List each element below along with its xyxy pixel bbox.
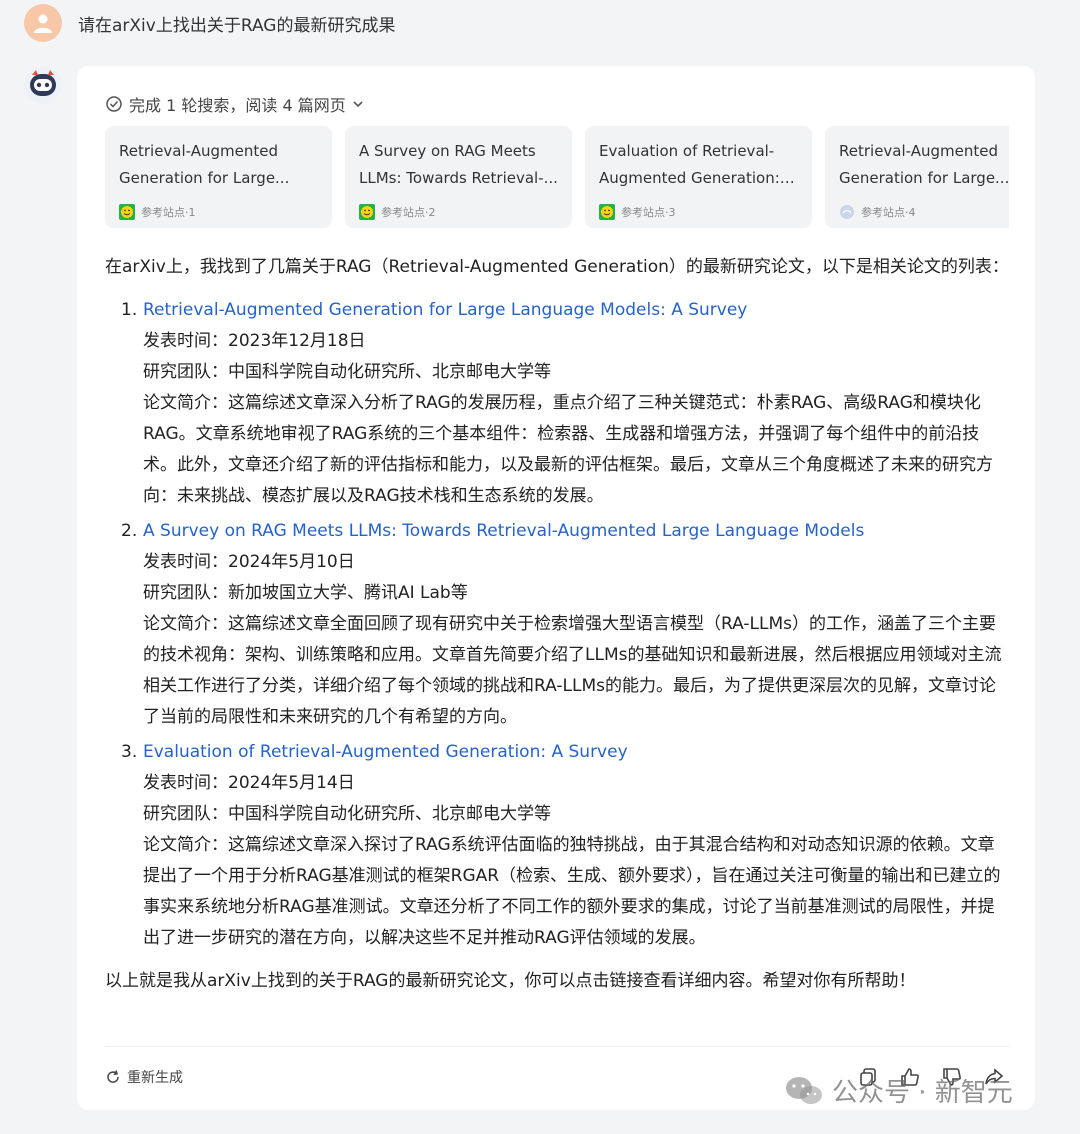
paper-number: 1. (121, 300, 138, 320)
bot-avatar-icon (24, 66, 62, 104)
smiley-favicon-icon (119, 204, 135, 220)
source-title-line1: Retrieval-Augmented (839, 142, 999, 160)
answer-intro: 在arXiv上，我找到了几篇关于RAG（Retrieval-Augmented … (105, 257, 1009, 277)
wechat-logo-icon (786, 1076, 822, 1104)
source-site-label: 参考站点·2 (381, 206, 436, 219)
source-title-line1: A Survey on RAG Meets (359, 142, 536, 160)
paper-team: 研究团队：新加坡国立大学、腾讯AI Lab等 (143, 583, 468, 603)
answer-closing: 以上就是我从arXiv上找到的关于RAG的最新研究论文，你可以点击链接查看详细内… (105, 971, 916, 991)
globe-favicon-icon (840, 205, 854, 219)
paper-title-link[interactable]: Evaluation of Retrieval-Augmented Genera… (143, 737, 1009, 768)
watermark: 公众号 · 新智元 (784, 1072, 1013, 1109)
chevron-down-icon (353, 101, 363, 108)
source-title-line2: Generation for Large... (839, 169, 1009, 187)
source-card-4[interactable]: Retrieval-Augmented Generation for Large… (825, 126, 1009, 228)
source-cards: Retrieval-Augmented Generation for Large… (105, 126, 1009, 228)
paper-title-link[interactable]: Retrieval-Augmented Generation for Large… (143, 295, 1009, 326)
refresh-icon (107, 1070, 119, 1083)
paper-summary: 论文简介：这篇综述文章全面回顾了现有研究中关于检索增强大型语言模型（RA-LLM… (143, 614, 1002, 727)
paper-item-3: 3. Evaluation of Retrieval-Augmented Gen… (105, 737, 1009, 954)
search-summary-text: 完成 1 轮搜索，阅读 4 篇网页 (129, 96, 346, 115)
paper-summary: 论文简介：这篇综述文章深入探讨了RAG系统评估面临的独特挑战，由于其混合结构和对… (143, 835, 1001, 948)
regenerate-label: 重新生成 (127, 1070, 183, 1086)
paper-item-2: 2. A Survey on RAG Meets LLMs: Towards R… (105, 516, 1009, 733)
smiley-favicon-icon (599, 204, 615, 220)
paper-team: 研究团队：中国科学院自动化研究所、北京邮电大学等 (143, 362, 551, 382)
user-message-row: 请在arXiv上找出关于RAG的最新研究成果 (24, 4, 395, 42)
paper-team: 研究团队：中国科学院自动化研究所、北京邮电大学等 (143, 804, 551, 824)
source-site-label: 参考站点·1 (141, 206, 196, 219)
user-avatar (24, 4, 62, 42)
paper-number: 3. (121, 742, 138, 762)
source-card-3[interactable]: Evaluation of Retrieval- Augmented Gener… (585, 126, 812, 228)
paper-title-link[interactable]: A Survey on RAG Meets LLMs: Towards Retr… (143, 516, 1009, 547)
source-site-label: 参考站点·4 (861, 206, 916, 219)
footer-divider (105, 1046, 1009, 1047)
source-title-line2: Augmented Generation: ... (599, 169, 798, 187)
watermark-text: 公众号 · 新智元 (832, 1078, 1013, 1108)
smiley-favicon-icon (359, 204, 375, 220)
search-summary-toggle[interactable]: 完成 1 轮搜索，阅读 4 篇网页 (105, 92, 364, 116)
source-card-1[interactable]: Retrieval-Augmented Generation for Large… (105, 126, 332, 228)
source-site-label: 参考站点·3 (621, 206, 676, 219)
answer-content: 在arXiv上，我找到了几篇关于RAG（Retrieval-Augmented … (105, 252, 1009, 997)
source-title-line2: LLMs: Towards Retrieval-... (359, 169, 558, 187)
paper-number: 2. (121, 521, 138, 541)
source-title-line1: Retrieval-Augmented (119, 142, 279, 160)
paper-summary: 论文简介：这篇综述文章深入分析了RAG的发展历程，重点介绍了三种关键范式：朴素R… (143, 393, 993, 506)
paper-date: 发表时间：2023年12月18日 (143, 331, 366, 351)
user-message-text: 请在arXiv上找出关于RAG的最新研究成果 (78, 15, 396, 36)
paper-date: 发表时间：2024年5月10日 (143, 552, 355, 572)
regenerate-button[interactable]: 重新生成 (105, 1067, 183, 1087)
answer-card: 完成 1 轮搜索，阅读 4 篇网页 Retrieval-Augmented Ge… (77, 66, 1035, 1110)
source-card-2[interactable]: A Survey on RAG Meets LLMs: Towards Retr… (345, 126, 572, 228)
user-icon (34, 14, 52, 33)
source-title-line2: Generation for Large... (119, 169, 290, 187)
check-circle-icon (106, 96, 122, 112)
paper-date: 发表时间：2024年5月14日 (143, 773, 355, 793)
paper-item-1: 1. Retrieval-Augmented Generation for La… (105, 295, 1009, 512)
source-title-line1: Evaluation of Retrieval- (599, 142, 775, 160)
